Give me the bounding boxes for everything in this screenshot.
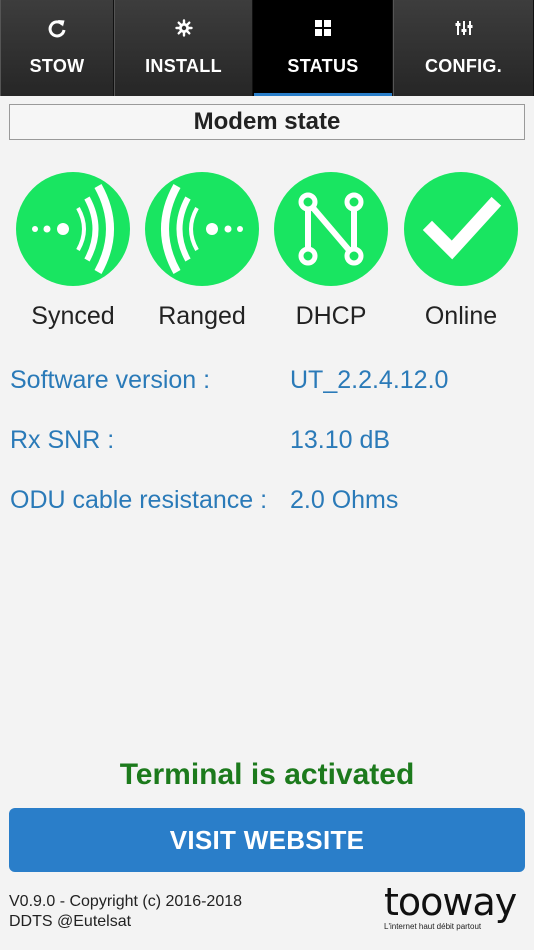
info-key: Software version : — [10, 366, 211, 394]
grid-icon — [315, 16, 331, 40]
modem-state-indicators: Synced Ranged DHCP Online — [0, 172, 534, 342]
state-synced: Synced — [8, 172, 138, 331]
state-ranged: Ranged — [137, 172, 267, 331]
section-header: Modem state — [9, 104, 525, 140]
tab-status-label: STATUS — [287, 56, 359, 76]
state-synced-label: Synced — [31, 302, 115, 330]
state-dhcp-label: DHCP — [295, 302, 367, 330]
logo-tagline: L'internet haut débit partout — [384, 922, 482, 931]
info-row-odu-cable-resistance: ODU cable resistance : 2.0 Ohms — [10, 486, 530, 520]
tab-config[interactable]: CONFIG. — [393, 0, 534, 96]
tab-install-label: INSTALL — [145, 56, 222, 76]
footer-version-line: V0.9.0 - Copyright (c) 2016-2018 — [9, 893, 243, 910]
tab-bar: STOW INSTALL STATUS CONFIG. — [0, 0, 534, 96]
tab-status[interactable]: STATUS — [253, 0, 393, 96]
info-value: 13.10 dB — [290, 426, 391, 454]
visit-website-button[interactable]: VISIT WEBSITE — [9, 808, 525, 872]
activation-status-message: Terminal is activated — [119, 758, 415, 791]
checkmark-icon — [404, 172, 518, 286]
state-online: Online — [396, 172, 526, 331]
logo-wordmark: tooway — [384, 880, 517, 924]
info-key: ODU cable resistance : — [10, 486, 268, 514]
synced-signal-icon — [16, 172, 130, 286]
tab-stow-label: STOW — [29, 56, 85, 76]
refresh-icon — [47, 16, 67, 40]
footer-owner-line: DDTS @Eutelsat — [9, 913, 132, 930]
info-key: Rx SNR : — [10, 426, 115, 454]
info-value: 2.0 Ohms — [290, 486, 399, 514]
tooway-logo: tooway L'internet haut débit partout — [380, 880, 528, 936]
dhcp-network-icon — [274, 172, 388, 286]
tab-install[interactable]: INSTALL — [114, 0, 253, 96]
tab-config-label: CONFIG. — [424, 56, 503, 76]
state-online-label: Online — [424, 302, 498, 330]
tab-stow[interactable]: STOW — [0, 0, 114, 96]
footer-copyright: V0.9.0 - Copyright (c) 2016-2018 DDTS @E… — [9, 892, 242, 932]
info-row-software-version: Software version : UT_2.2.4.12.0 — [10, 366, 530, 400]
info-row-rx-snr: Rx SNR : 13.10 dB — [10, 426, 530, 460]
sliders-icon — [455, 16, 473, 40]
state-dhcp: DHCP — [266, 172, 396, 331]
gear-icon — [174, 16, 193, 40]
state-ranged-label: Ranged — [158, 302, 246, 330]
ranged-signal-icon — [145, 172, 259, 286]
info-value: UT_2.2.4.12.0 — [290, 366, 449, 394]
